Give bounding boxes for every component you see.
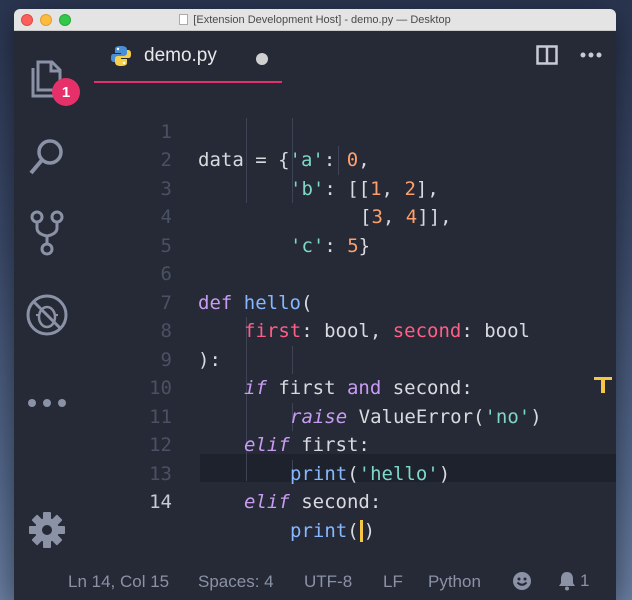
code-line: 6 def hello(	[80, 232, 616, 314]
encoding-setting[interactable]: UTF-8	[304, 572, 352, 592]
editor-actions	[536, 45, 602, 65]
close-window-button[interactable]	[21, 14, 33, 26]
notification-count: 1	[580, 571, 590, 590]
cursor-position[interactable]: Ln 14, Col 15	[68, 572, 169, 592]
settings-button[interactable]	[14, 500, 80, 560]
search-icon	[29, 139, 63, 175]
code-line: 10 raise ValueError('no')	[80, 346, 616, 428]
code-line: 2 'b': [[1, 2],	[80, 118, 616, 200]
window-controls	[21, 14, 71, 26]
window-title: [Extension Development Host] - demo.py —…	[193, 13, 451, 26]
code-line-active: 14 print()	[80, 460, 616, 542]
code-line: 5	[80, 203, 616, 257]
indentation-setting[interactable]: Spaces: 4	[198, 572, 274, 592]
feedback-smiley-icon[interactable]	[512, 571, 532, 596]
gear-icon	[29, 512, 65, 548]
titlebar: [Extension Development Host] - demo.py —…	[14, 9, 616, 31]
document-icon	[179, 14, 189, 25]
search-button[interactable]	[14, 127, 80, 187]
code-line: 12 print('hello')	[80, 403, 616, 485]
more-button[interactable]	[14, 373, 80, 433]
split-editor-icon[interactable]	[536, 45, 558, 65]
eol-setting[interactable]: LF	[383, 572, 403, 592]
python-icon	[111, 46, 131, 66]
code-line: 8 ):	[80, 289, 616, 371]
unsaved-indicator-icon[interactable]	[256, 53, 268, 65]
tab-label: demo.py	[144, 45, 217, 66]
maximize-window-button[interactable]	[59, 14, 71, 26]
minimize-window-button[interactable]	[40, 14, 52, 26]
code-line: 7 first: bool, second: bool	[80, 260, 616, 343]
code-line: 4 'c': 5}	[80, 175, 616, 257]
code-editor[interactable]: 1 data = {'a': 0, 2 'b': [[1, 2], 3 [3, …	[80, 89, 616, 563]
status-bar: Ln 14, Col 15 Spaces: 4 UTF-8 LF Python …	[14, 563, 616, 600]
explorer-badge: 1	[52, 78, 80, 106]
debug-button[interactable]	[14, 285, 80, 345]
tab-demo-py[interactable]: demo.py	[94, 31, 282, 83]
text-cursor	[359, 520, 363, 542]
activity-bar: 1	[14, 31, 80, 563]
line-number-active: 14	[149, 491, 172, 513]
source-control-icon	[30, 210, 64, 256]
code-line: 9 if first and second:	[80, 317, 616, 400]
language-mode[interactable]: Python	[428, 572, 481, 592]
code-line: 1 data = {'a': 0,	[80, 89, 616, 172]
code-line: 13 elif second:	[80, 431, 616, 514]
code-line: 3 [3, 4]],	[80, 146, 616, 229]
app-window: [Extension Development Host] - demo.py —…	[14, 9, 616, 600]
bell-icon	[559, 572, 575, 591]
source-control-button[interactable]	[14, 203, 80, 263]
overview-ruler-marker	[601, 377, 605, 393]
code-line: 11 elif first:	[80, 374, 616, 457]
tab-bar: demo.py	[80, 31, 616, 89]
more-actions-icon[interactable]	[580, 52, 602, 58]
notifications-button[interactable]: 1	[558, 571, 589, 591]
no-bug-icon	[26, 294, 68, 336]
more-icon	[28, 399, 66, 407]
